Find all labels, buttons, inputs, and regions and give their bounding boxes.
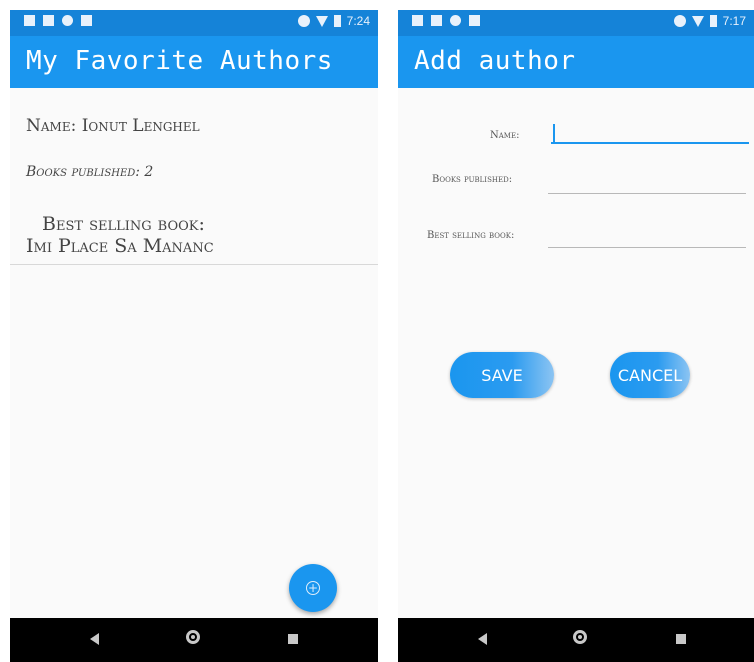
status-time: 7:17 (722, 14, 746, 28)
cancel-button[interactable]: CANCEL (610, 352, 690, 398)
dnd-icon (297, 15, 310, 27)
app-bar: My Favorite Authors (10, 36, 378, 88)
wifi-icon (315, 15, 328, 27)
add-author-fab[interactable]: + (289, 564, 337, 612)
phone-screen-authors-list: 7:24 My Favorite Authors Name: Ionut Len… (10, 10, 378, 662)
sd-card-icon (469, 15, 480, 26)
best-selling-label: Best selling book: (427, 230, 515, 241)
recents-icon[interactable] (288, 634, 298, 644)
navigation-bar (398, 618, 754, 662)
home-icon[interactable] (186, 630, 200, 644)
page-title: My Favorite Authors (26, 46, 333, 76)
status-bar: 7:24 (10, 10, 378, 36)
author-books-published: Books published: 2 (26, 164, 154, 180)
back-icon[interactable] (478, 633, 487, 645)
wifi-icon (691, 15, 704, 27)
navigation-bar (10, 618, 378, 662)
authors-list: Name: Ionut Lenghel Books published: 2 B… (10, 88, 378, 618)
dnd-icon (673, 15, 686, 27)
books-published-label: Books published: (432, 174, 513, 185)
list-item[interactable]: Name: Ionut Lenghel Books published: 2 B… (10, 88, 378, 265)
circle-icon (450, 15, 461, 26)
battery-icon (709, 15, 717, 27)
sd-card-icon (81, 15, 92, 26)
page-title: Add author (414, 46, 576, 76)
status-bar: 7:17 (398, 10, 754, 36)
phone-screen-add-author: 7:17 Add author Name: Books published: B… (398, 10, 754, 662)
add-author-form: Name: Books published: Best selling book… (398, 88, 754, 618)
circle-icon (62, 15, 73, 26)
best-selling-value: Imi Place Sa Mananc (26, 235, 214, 257)
battery-icon (333, 15, 341, 27)
name-label: Name: (490, 130, 520, 141)
app-bar: Add author (398, 36, 754, 88)
notification-icon (43, 15, 54, 26)
status-time: 7:24 (346, 14, 370, 28)
back-icon[interactable] (90, 633, 99, 645)
home-icon[interactable] (573, 630, 587, 644)
author-name: Name: Ionut Lenghel (26, 116, 200, 136)
text-cursor (553, 124, 555, 142)
books-published-field[interactable] (548, 172, 746, 194)
settings-icon (24, 15, 35, 26)
notification-icon (431, 15, 442, 26)
name-field[interactable] (551, 122, 749, 144)
settings-icon (412, 15, 423, 26)
best-selling-field[interactable] (548, 226, 746, 248)
recents-icon[interactable] (676, 634, 686, 644)
plus-circle-icon: + (306, 581, 320, 595)
save-button[interactable]: SAVE (450, 352, 554, 398)
best-selling-label: Best selling book: (42, 213, 205, 235)
